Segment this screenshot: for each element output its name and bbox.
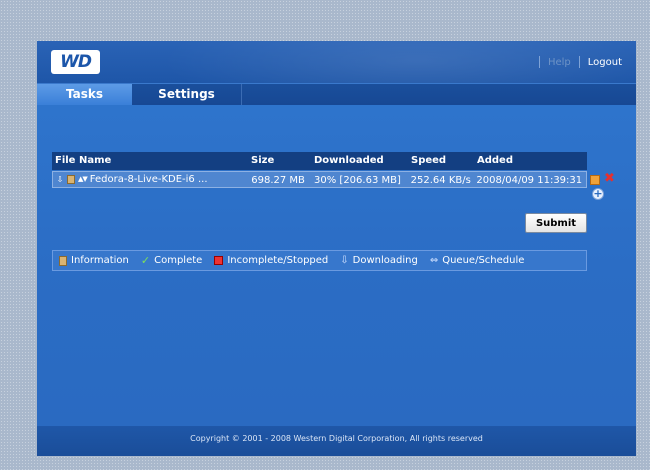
col-file-name: File Name — [55, 155, 112, 166]
legend-item: Information — [59, 255, 129, 266]
legend-item: ✓ Complete — [141, 254, 202, 267]
cell-speed: 252.64 KB/s — [410, 175, 471, 186]
col-added: Added — [477, 155, 513, 166]
logout-link[interactable]: Logout — [588, 57, 622, 68]
col-downloaded: Downloaded — [314, 155, 384, 166]
col-speed: Speed — [411, 155, 447, 166]
legend-item: ⇩ Downloading — [340, 255, 418, 266]
legend-label: Complete — [154, 255, 203, 266]
main-content: File Name Size Downloaded Speed Added ⇩ … — [37, 105, 636, 426]
complete-check-icon: ✓ — [140, 254, 151, 267]
queue-arrows-icon: ⇔ — [429, 255, 439, 266]
col-size: Size — [251, 155, 275, 166]
help-link[interactable]: Help — [548, 57, 571, 68]
tab-bar: Tasks Settings — [37, 83, 636, 105]
cell-downloaded: 30% [206.63 MB] — [314, 175, 401, 186]
download-arrow-icon: ⇩ — [56, 175, 64, 184]
legend-item: Incomplete/Stopped — [214, 255, 328, 266]
legend-label: Incomplete/Stopped — [227, 255, 329, 266]
header-bar: WD Help Logout — [37, 41, 636, 121]
table-row[interactable]: ⇩ ▲▼ Fedora-8-Live-KDE-i6 ... 698.27 MB … — [52, 171, 587, 188]
downloads-table: File Name Size Downloaded Speed Added ⇩ … — [52, 152, 587, 188]
edit-icon[interactable] — [590, 175, 600, 185]
legend-item: ⇔ Queue/Schedule — [430, 255, 525, 266]
file-name-text: Fedora-8-Live-KDE-i6 ... — [89, 174, 208, 185]
cell-size: 698.27 MB — [251, 175, 305, 186]
app-window: WD Help Logout Tasks Settings File Name … — [37, 41, 636, 456]
link-separator — [578, 56, 580, 68]
footer-copyright: Copyright © 2001 - 2008 Western Digital … — [37, 426, 636, 456]
submit-button[interactable]: Submit — [525, 213, 587, 233]
tab-settings[interactable]: Settings — [132, 84, 242, 105]
download-arrow-icon: ⇩ — [340, 255, 349, 266]
legend-label: Queue/Schedule — [442, 255, 525, 266]
tab-tasks[interactable]: Tasks — [37, 84, 132, 105]
cell-file-name: ⇩ ▲▼ Fedora-8-Live-KDE-i6 ... — [53, 172, 248, 187]
legend-label: Downloading — [352, 255, 418, 266]
wd-logo: WD — [51, 50, 100, 74]
cell-added: 2008/04/09 11:39:31 — [476, 175, 583, 186]
priority-arrows-icon[interactable]: ▲▼ — [78, 172, 88, 187]
table-header: File Name Size Downloaded Speed Added — [52, 152, 587, 170]
information-icon — [59, 255, 67, 266]
information-icon[interactable] — [67, 175, 75, 184]
legend-label: Information — [71, 255, 129, 266]
add-icon[interactable]: + — [592, 188, 604, 200]
legend-bar: Information ✓ Complete Incomplete/Stoppe… — [52, 250, 587, 271]
top-links: Help Logout — [531, 56, 622, 68]
stopped-square-icon — [214, 256, 224, 265]
link-separator — [538, 56, 540, 68]
delete-icon[interactable]: ✖ — [604, 172, 616, 185]
